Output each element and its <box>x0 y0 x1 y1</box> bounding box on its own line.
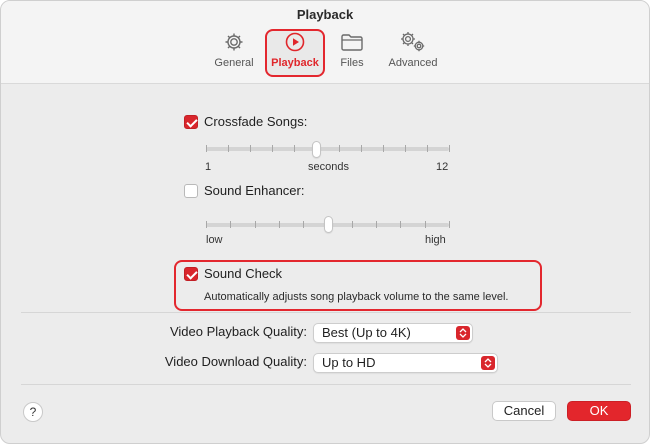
divider <box>21 312 631 313</box>
sound-enhancer-label: Sound Enhancer: <box>204 183 305 198</box>
video-download-quality-label: Video Download Quality: <box>164 354 307 369</box>
slider-tick <box>339 145 340 152</box>
slider-tick <box>230 221 231 228</box>
divider <box>21 384 631 385</box>
video-playback-quality-label: Video Playback Quality: <box>169 324 307 339</box>
crossfade-unit-label: seconds <box>308 161 349 173</box>
sound-enhancer-checkbox[interactable] <box>184 184 198 198</box>
slider-tick <box>376 221 377 228</box>
slider-tick <box>303 221 304 228</box>
slider-tick <box>449 145 450 152</box>
help-button[interactable]: ? <box>23 402 43 422</box>
crossfade-max-label: 12 <box>436 161 449 173</box>
slider-tick <box>405 145 406 152</box>
slider-tick <box>272 145 273 152</box>
slider-tick <box>250 145 251 152</box>
gear-icon <box>223 29 245 55</box>
slider-tick <box>449 221 450 228</box>
chevron-updown-icon <box>456 326 470 340</box>
ok-button[interactable]: OK <box>567 401 631 421</box>
sound-enhancer-max-label: high <box>425 234 446 246</box>
tab-playback[interactable]: Playback <box>267 29 323 77</box>
slider-tick <box>206 145 207 152</box>
sound-check-description: Automatically adjusts song playback volu… <box>204 291 509 303</box>
sound-enhancer-min-label: low <box>206 234 223 246</box>
play-circle-icon <box>284 29 306 55</box>
video-download-quality-value: Up to HD <box>322 355 376 370</box>
slider-tick <box>228 145 229 152</box>
slider-tick <box>383 145 384 152</box>
crossfade-min-label: 1 <box>205 161 212 173</box>
video-playback-quality-select[interactable]: Best (Up to 4K) <box>313 323 473 343</box>
folder-icon <box>340 29 364 55</box>
preferences-window: Playback General Playback Files Advanced… <box>0 0 650 444</box>
cancel-button[interactable]: Cancel <box>492 401 556 421</box>
sound-check-checkbox[interactable] <box>184 267 198 281</box>
tab-files-label: Files <box>340 57 364 69</box>
crossfade-label: Crossfade Songs: <box>204 114 308 129</box>
tab-playback-label: Playback <box>271 57 319 69</box>
toolbar: Playback General Playback Files Advanced <box>1 1 649 84</box>
tab-files[interactable]: Files <box>332 29 372 77</box>
slider-tick <box>294 145 295 152</box>
tab-advanced[interactable]: Advanced <box>383 29 443 77</box>
video-download-quality-select[interactable]: Up to HD <box>313 353 498 373</box>
slider-tick <box>425 221 426 228</box>
slider-tick <box>400 221 401 228</box>
tab-advanced-label: Advanced <box>388 57 438 69</box>
slider-tick <box>255 221 256 228</box>
video-playback-quality-value: Best (Up to 4K) <box>322 325 411 340</box>
sound-enhancer-slider-knob[interactable] <box>323 216 333 233</box>
slider-tick <box>361 145 362 152</box>
crossfade-slider-track[interactable] <box>206 147 449 151</box>
chevron-updown-icon <box>481 356 495 370</box>
slider-tick <box>427 145 428 152</box>
tab-general-label: General <box>214 57 254 69</box>
window-title: Playback <box>296 7 354 22</box>
playback-pane: Crossfade Songs: 1 seconds 12 Sound Enha… <box>1 83 649 393</box>
slider-tick <box>352 221 353 228</box>
crossfade-checkbox[interactable] <box>184 115 198 129</box>
slider-tick <box>279 221 280 228</box>
crossfade-slider-knob[interactable] <box>312 141 322 158</box>
gears-icon <box>398 29 428 55</box>
tab-general[interactable]: General <box>209 29 259 77</box>
slider-tick <box>206 221 207 228</box>
sound-check-label: Sound Check <box>204 266 283 281</box>
